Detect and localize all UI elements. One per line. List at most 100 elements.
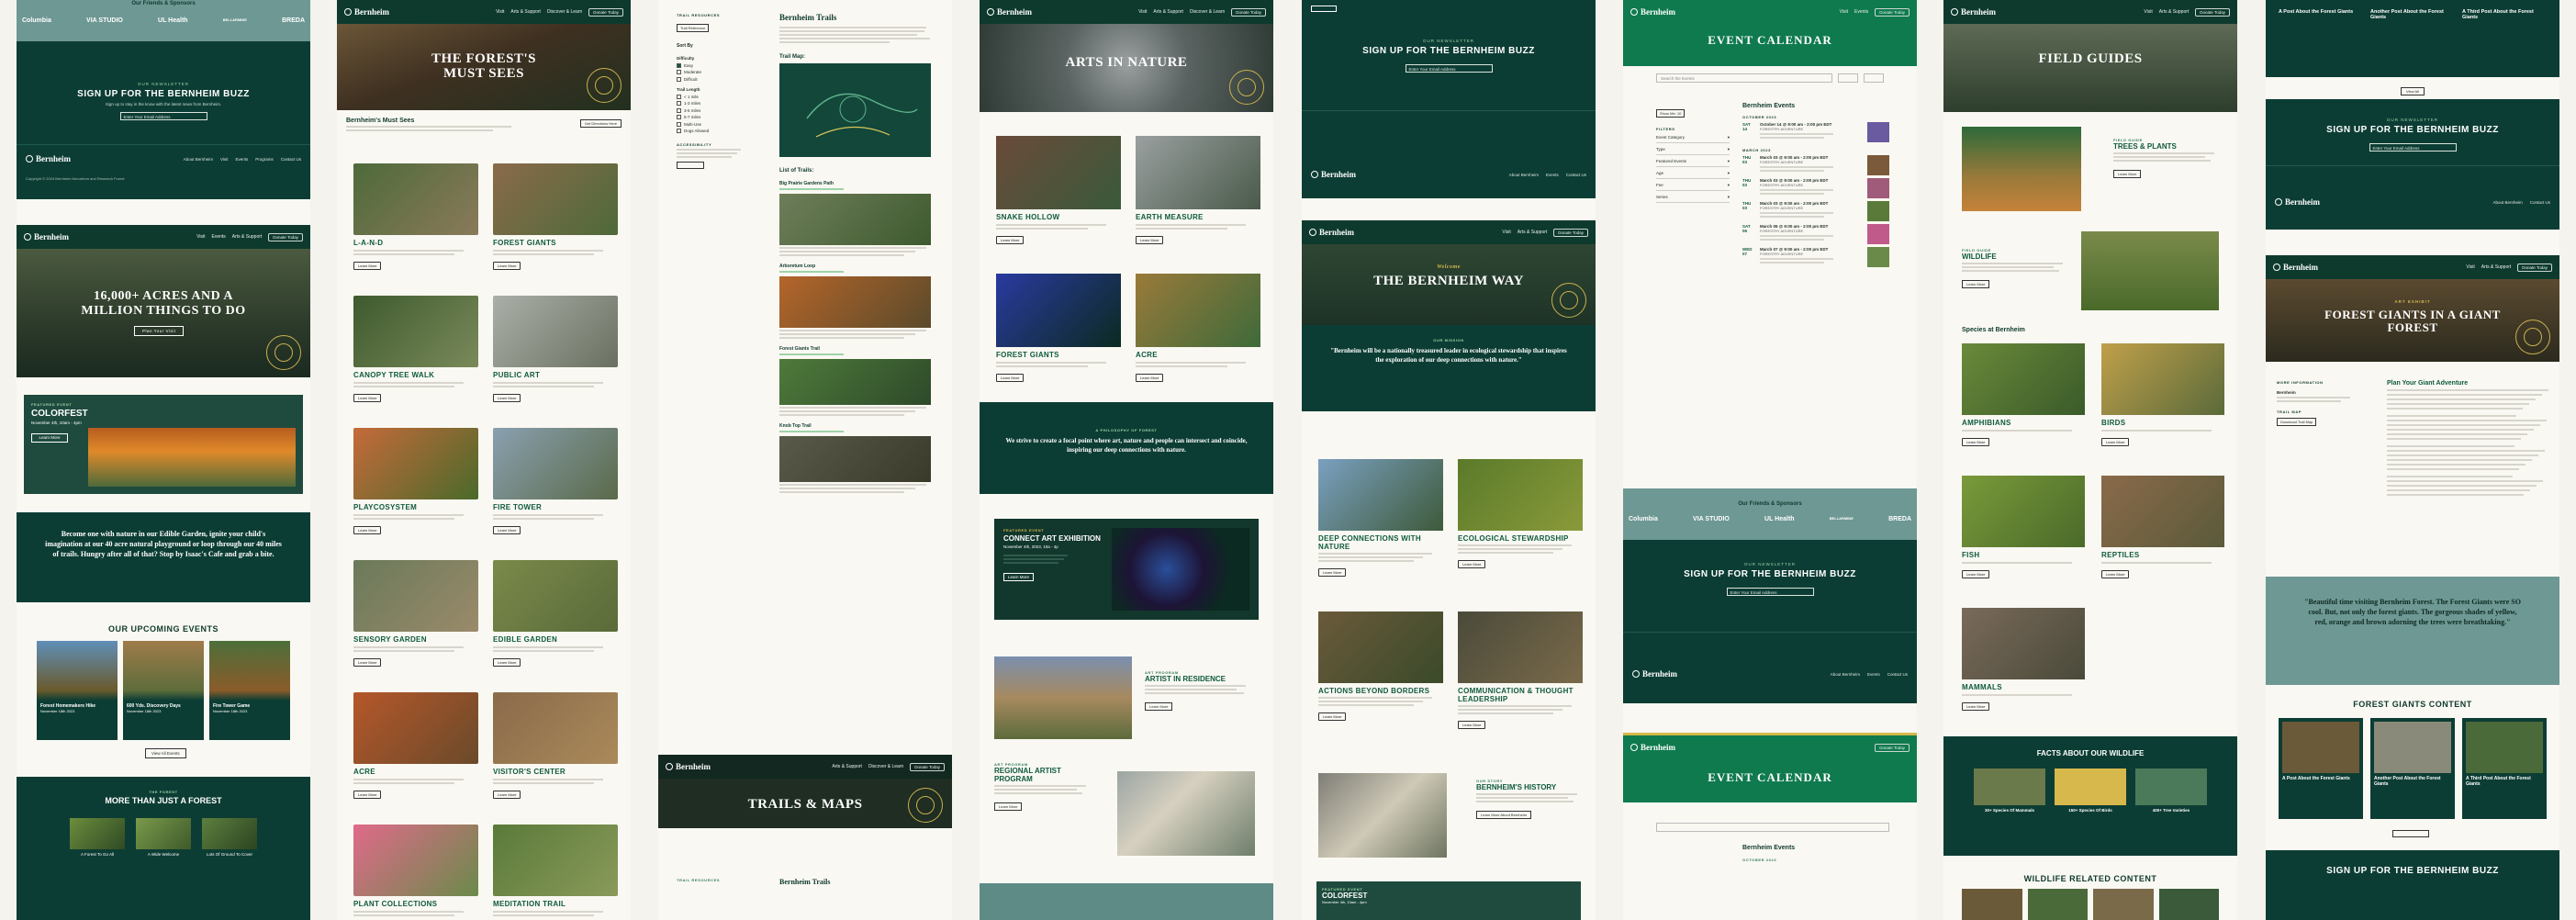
learn-more-button[interactable]: Learn More (1962, 438, 1990, 446)
must-see-card[interactable]: PLAYCOSYSTEM Learn More (353, 428, 478, 536)
nav-link[interactable]: Arts & Support (510, 9, 541, 15)
sponsor-logo[interactable]: VIA STUDIO (86, 17, 123, 24)
footer-logo[interactable]: Bernheim (2275, 197, 2320, 207)
must-see-card[interactable]: PUBLIC ART Learn More (493, 296, 618, 404)
nav-link[interactable]: Arts & Support (232, 234, 263, 240)
nav-link[interactable]: Discover & Learn (868, 764, 903, 769)
art-card[interactable]: SNAKE HOLLOW Learn More (996, 136, 1121, 246)
footer-link[interactable]: Events (1546, 173, 1559, 177)
checkbox-icon[interactable] (677, 129, 681, 133)
footer-logo[interactable]: Bernheim (1311, 170, 1356, 179)
learn-more-button[interactable]: Learn More (353, 262, 382, 270)
learn-more-button[interactable]: Learn More (1962, 570, 1990, 578)
filter-option[interactable]: < 1 mile (677, 94, 743, 99)
learn-more-button[interactable]: Learn More (353, 394, 382, 402)
footer-link[interactable]: Contact Us (2530, 200, 2550, 205)
filter-option[interactable]: Moderate (677, 70, 743, 74)
sponsor-logo[interactable]: BREDA (282, 17, 305, 24)
site-logo[interactable]: Bernheim (2273, 263, 2318, 272)
trail-item[interactable]: Knob Top Trail (779, 423, 931, 493)
content-card[interactable]: Another Post About the Forest Giants (2370, 718, 2455, 819)
learn-more-button[interactable]: Learn More (353, 526, 382, 534)
content-card[interactable]: A Post About the Forest Giants (2279, 718, 2363, 819)
post-card[interactable]: A Third Post About the Forest Giants (2462, 0, 2547, 77)
filter-dropdown[interactable]: Age ▾ (1656, 169, 1730, 179)
view-all-button[interactable] (2392, 830, 2429, 837)
donate-button[interactable]: Donate Today (2195, 7, 2230, 17)
event-row[interactable]: SAT 14 October 14 @ 9:00 am - 2:00 pm EDT… (1742, 122, 1889, 142)
sponsor-logo[interactable]: Columbia (1629, 516, 1658, 522)
sponsor-logo[interactable]: Columbia (22, 17, 51, 24)
event-row[interactable]: THU 03 March 03 @ 9:00 am - 2:00 pm EDT FO… (1742, 201, 1889, 221)
learn-more-button[interactable]: Learn More (996, 236, 1025, 244)
checkbox-icon[interactable] (677, 107, 681, 113)
learn-more-button[interactable]: Learn More (1136, 374, 1164, 382)
sponsor-logo[interactable]: VIA STUDIO (1693, 516, 1730, 522)
must-see-card[interactable]: MEDITATION TRAILLearn More (493, 825, 618, 920)
learn-more-button[interactable]: Learn More (353, 658, 382, 667)
footer-link[interactable]: Visit (220, 157, 228, 162)
nav-link[interactable]: Arts & Support (832, 764, 862, 769)
nav-link[interactable]: Arts & Support (2159, 9, 2190, 15)
donate-button[interactable]: Donate Today (1553, 228, 1588, 237)
donate-button[interactable]: Donate Today (1875, 743, 1910, 752)
donate-button[interactable]: Donate Today (1231, 7, 1266, 17)
filter-dropdown[interactable]: Fee ▾ (1656, 181, 1730, 191)
value-card[interactable]: DEEP CONNECTIONS WITH NATURE Learn More (1318, 459, 1443, 578)
footer-link[interactable]: Events (1867, 672, 1880, 677)
filter-option[interactable]: 1-3 miles (677, 101, 743, 106)
trail-reference-button[interactable]: Trail Reference (677, 24, 710, 32)
site-logo[interactable]: Bernheim (1309, 228, 1354, 237)
nav-link[interactable]: Visit (196, 234, 205, 240)
donate-button[interactable]: Donate Today (268, 232, 303, 241)
learn-more-button[interactable]: Learn More (493, 526, 521, 534)
content-card[interactable]: A Third Post About the Forest Giants (2462, 718, 2547, 819)
learn-more-button[interactable]: Learn More (1458, 560, 1486, 568)
must-see-card[interactable]: L-A-N-D Learn More (353, 163, 478, 272)
filter-option[interactable]: Difficult (677, 76, 743, 82)
learn-more-button[interactable]: Learn More (493, 262, 521, 270)
learn-more-button[interactable]: Learn More (353, 791, 382, 799)
nav-link[interactable]: Visit (1138, 9, 1147, 15)
checkbox-icon[interactable] (677, 62, 681, 68)
trail-item[interactable]: Big Prairie Gardens Path (779, 181, 931, 256)
feature-learn-more[interactable]: Learn More (31, 433, 68, 443)
filter-dropdown[interactable]: Series ▾ (1656, 193, 1730, 203)
species-card[interactable]: REPTILES Learn More (2101, 476, 2224, 580)
guide-learn-more[interactable]: Learn More (2113, 170, 2142, 178)
learn-more-button[interactable]: Learn More (2101, 438, 2130, 446)
history-button[interactable]: Learn More About Bernheim (1476, 811, 1532, 819)
site-logo[interactable]: Bernheim (1630, 7, 1675, 17)
checkbox-icon[interactable] (677, 70, 681, 74)
view-select[interactable]: Show Me: 10 (1656, 109, 1686, 118)
site-logo[interactable]: Bernheim (1951, 7, 1996, 17)
email-field[interactable]: Enter Your Email Address (119, 112, 207, 120)
art-card[interactable]: EARTH MEASURE Learn More (1136, 136, 1260, 246)
must-see-card[interactable]: ACRE Learn More (353, 692, 478, 801)
footer-link[interactable]: About Bernheim (184, 157, 213, 162)
footer-link[interactable]: Programs (255, 157, 274, 162)
donate-button[interactable]: Donate Today (1875, 7, 1910, 17)
nav-link[interactable]: Events (211, 234, 225, 240)
site-logo[interactable]: Bernheim (24, 232, 69, 241)
learn-more-button[interactable]: Learn More (2101, 570, 2130, 578)
sponsor-logo[interactable]: UL Health (1764, 516, 1795, 522)
learn-more-button[interactable]: Learn More (493, 791, 521, 799)
must-see-card[interactable]: PLANT COLLECTIONSLearn More (353, 825, 478, 920)
event-row[interactable]: WED 07 March 07 @ 9:00 am - 2:00 pm EDT FO… (1742, 247, 1889, 267)
filter-dropdown[interactable]: Type ▾ (1656, 145, 1730, 155)
checkbox-icon[interactable] (677, 121, 681, 127)
nav-link[interactable]: Visit (1502, 230, 1510, 235)
learn-more-button[interactable]: Learn More (1962, 702, 1990, 711)
filter-option[interactable]: Dogs Allowed (677, 129, 743, 133)
nav-link[interactable]: Visit (2144, 9, 2152, 15)
footer-link[interactable]: Events (235, 157, 248, 162)
footer-link[interactable]: Contact Us (1566, 173, 1586, 177)
art-card[interactable]: ACRE Learn More (1136, 274, 1260, 384)
footer-link[interactable]: Contact Us (281, 157, 301, 162)
more-item[interactable]: A Wide Welcome (136, 818, 191, 857)
nav-link[interactable]: Arts & Support (1153, 9, 1183, 15)
nav-link[interactable]: Arts & Support (2481, 264, 2512, 270)
more-item[interactable]: Lots Of Ground To Cover (202, 818, 257, 857)
must-see-card[interactable]: EDIBLE GARDEN Learn More (493, 560, 618, 668)
